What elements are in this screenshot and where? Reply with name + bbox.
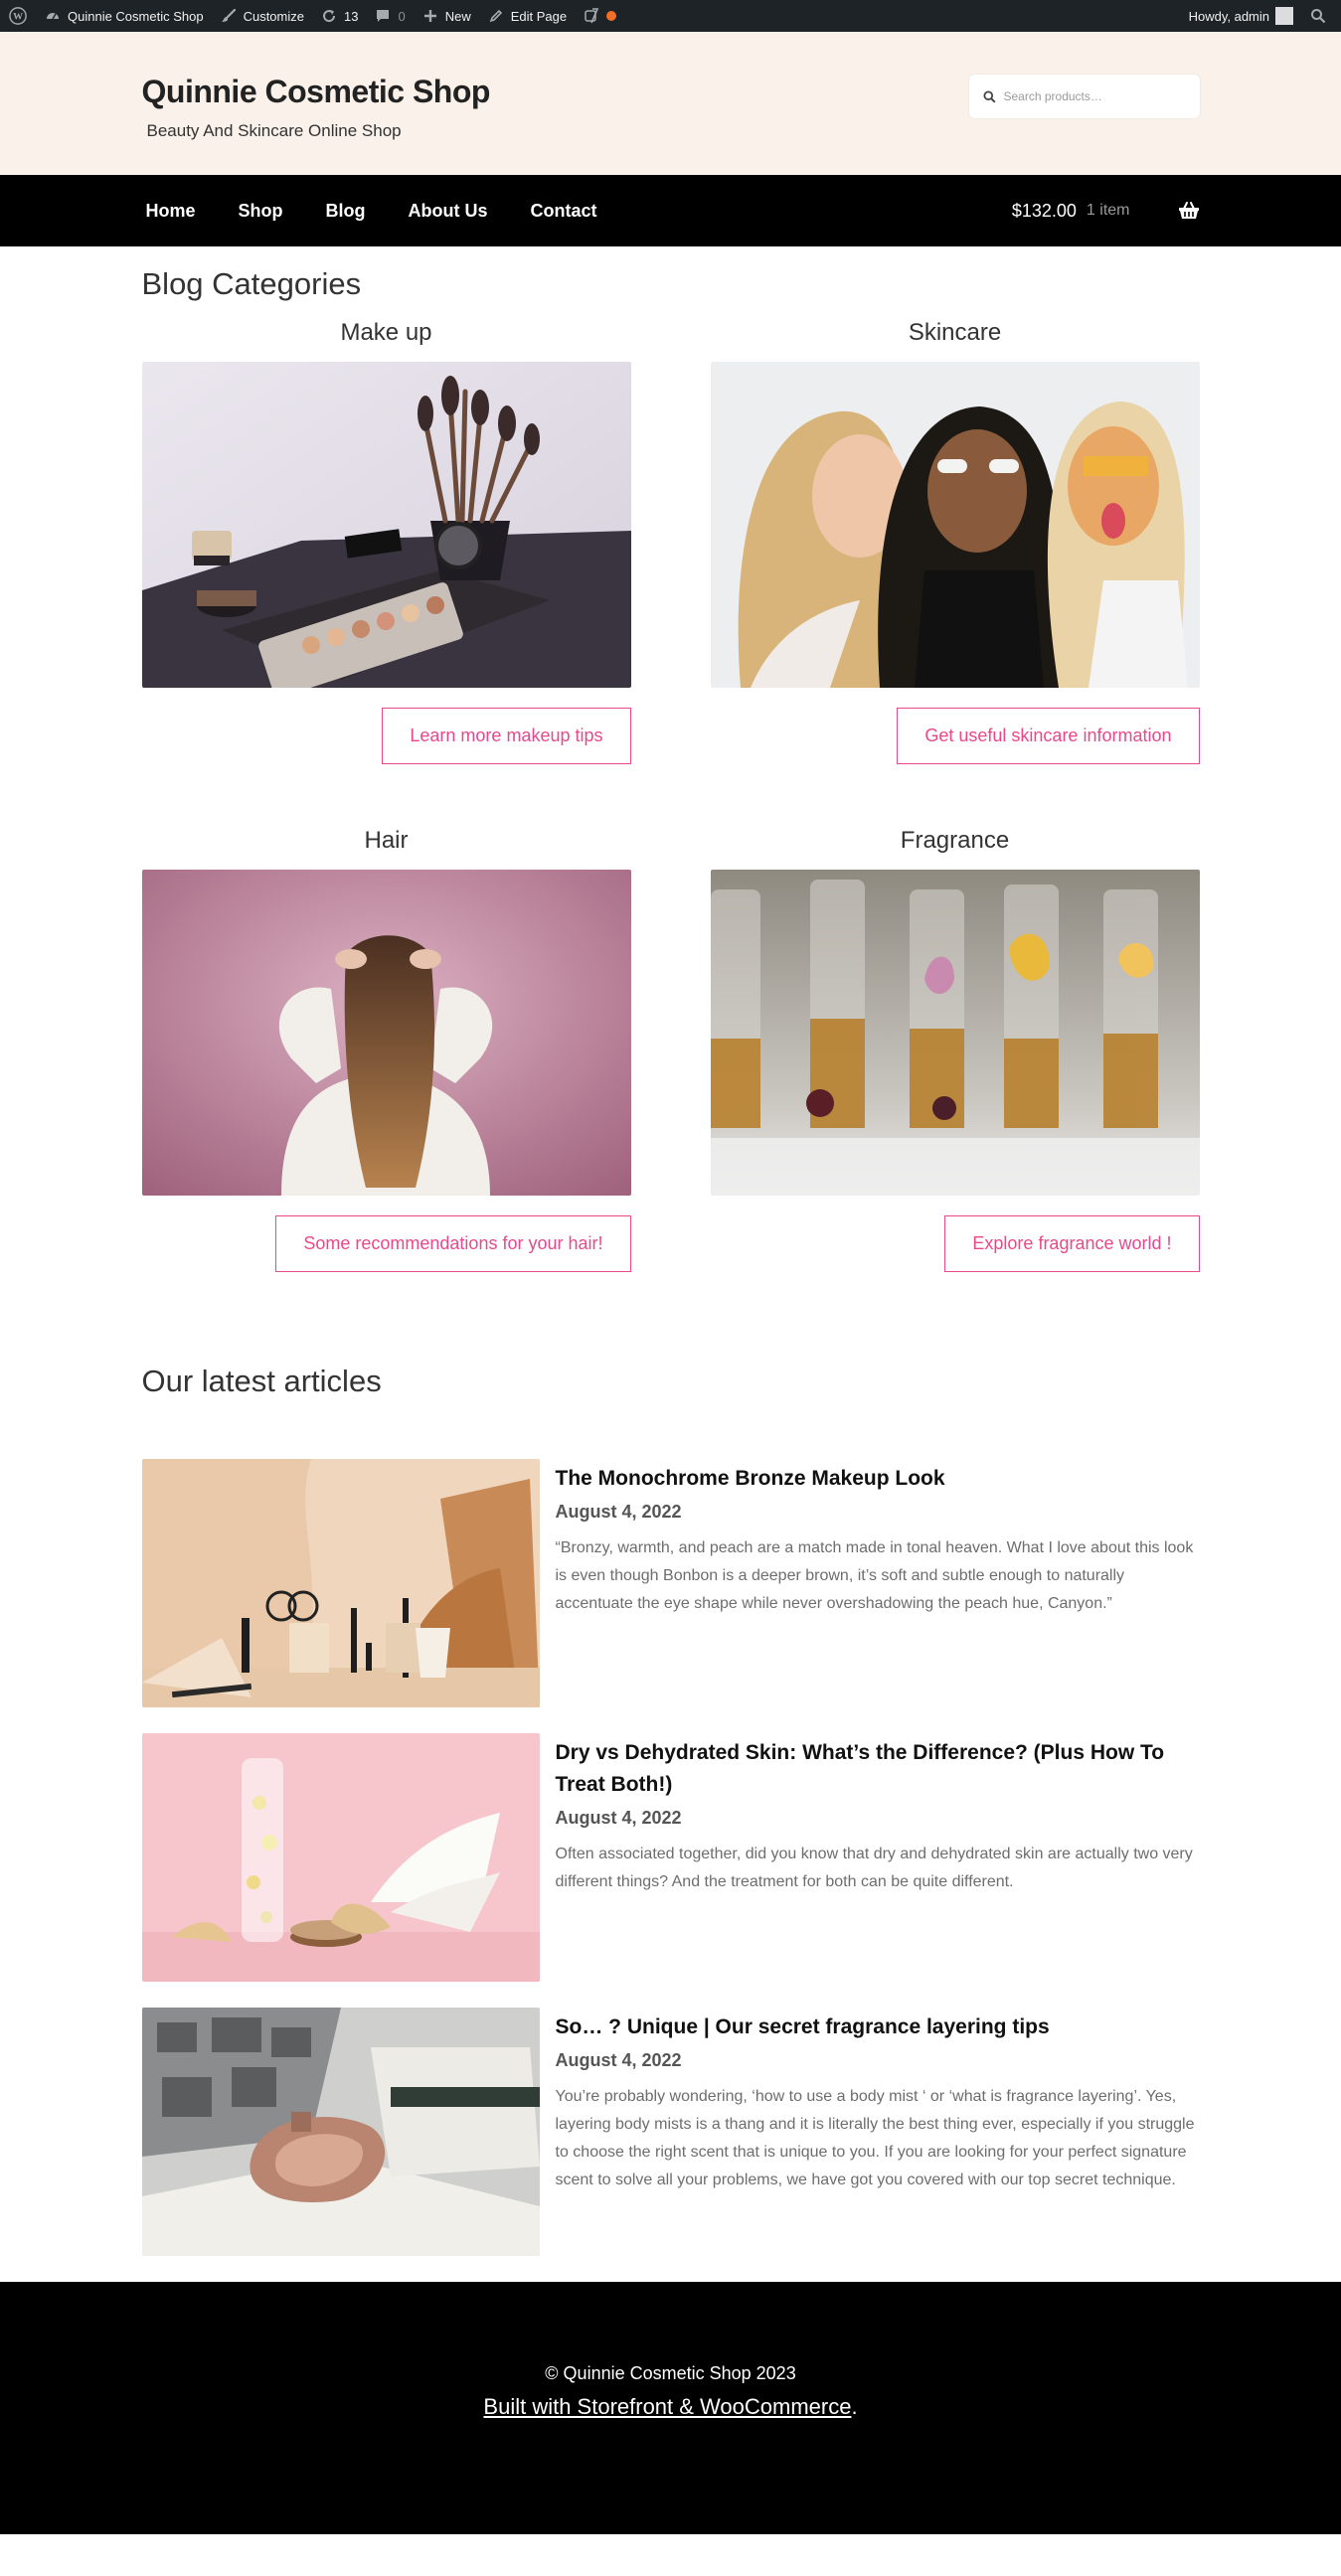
seo-status-dot bbox=[606, 11, 617, 21]
admin-new-label: New bbox=[444, 8, 471, 24]
makeup-image[interactable] bbox=[141, 362, 631, 688]
blog-categories-heading: Blog Categories bbox=[141, 266, 362, 301]
admin-new-link[interactable]: New bbox=[414, 0, 479, 32]
latest-articles-heading: Our latest articles bbox=[141, 1364, 382, 1398]
site-footer: © Quinnie Cosmetic Shop 2023 Built with … bbox=[0, 2282, 1341, 2534]
category-makeup-button-row: Learn more makeup tips bbox=[142, 708, 631, 764]
nav-item-shop[interactable]: Shop bbox=[235, 201, 304, 222]
blog-categories-grid: Make up Learn more makeup tips Skincare … bbox=[141, 316, 1200, 1332]
basket-icon bbox=[1178, 202, 1199, 219]
site-header: Quinnie Cosmetic Shop Beauty And Skincar… bbox=[0, 32, 1341, 175]
storefront-credit-link[interactable]: Built with Storefront & WooCommerce bbox=[483, 2394, 851, 2419]
makeup-tips-button[interactable]: Learn more makeup tips bbox=[382, 708, 631, 764]
nav-item-contact[interactable]: Contact bbox=[527, 201, 618, 222]
article-thumbnail[interactable] bbox=[141, 1459, 540, 1707]
paintbrush-icon bbox=[220, 7, 238, 25]
admin-bar-left: W Quinnie Cosmetic Shop Customize 13 0 N… bbox=[0, 0, 624, 32]
fragrance-explore-button[interactable]: Explore fragrance world ! bbox=[944, 1215, 1200, 1272]
article-body: Dry vs Dehydrated Skin: What’s the Diffe… bbox=[556, 1733, 1200, 1982]
admin-account-link[interactable]: Howdy, admin bbox=[1181, 0, 1301, 32]
skincare-image[interactable] bbox=[710, 362, 1200, 688]
primary-navigation: Home Shop Blog About Us Contact $132.00 … bbox=[0, 175, 1341, 246]
article-title[interactable]: So… ? Unique | Our secret fragrance laye… bbox=[556, 2012, 1200, 2043]
article-item: The Monochrome Bronze Makeup Look August… bbox=[141, 1459, 1200, 1707]
admin-bar-right: Howdy, admin bbox=[1181, 0, 1335, 32]
article-date: August 4, 2022 bbox=[555, 1502, 682, 1522]
admin-edit-page-label: Edit Page bbox=[510, 8, 568, 24]
category-makeup: Make up Learn more makeup tips bbox=[141, 316, 631, 764]
article-excerpt: Often associated together, did you know … bbox=[555, 1846, 1193, 1890]
search-icon bbox=[982, 89, 995, 102]
site-title[interactable]: Quinnie Cosmetic Shop bbox=[142, 74, 491, 110]
admin-comments-link[interactable]: 0 bbox=[366, 0, 413, 32]
admin-comments-count: 0 bbox=[398, 8, 406, 24]
header-cart[interactable]: $132.00 1 item bbox=[1012, 201, 1200, 222]
footer-credit: Built with Storefront & WooCommerce. bbox=[0, 2394, 1341, 2420]
admin-customize-link[interactable]: Customize bbox=[212, 0, 312, 32]
wordpress-logo-button[interactable]: W bbox=[0, 0, 36, 32]
product-search-input[interactable] bbox=[1003, 89, 1183, 103]
article-excerpt: “Bronzy, warmth, and peach are a match m… bbox=[555, 1539, 1194, 1612]
search-icon bbox=[1309, 7, 1327, 25]
article-title[interactable]: The Monochrome Bronze Makeup Look bbox=[556, 1463, 1200, 1495]
hair-recommendations-button[interactable]: Some recommendations for your hair! bbox=[275, 1215, 631, 1272]
admin-updates-link[interactable]: 13 bbox=[312, 0, 366, 32]
nav-item-blog[interactable]: Blog bbox=[322, 201, 387, 222]
header-inner: Quinnie Cosmetic Shop Beauty And Skincar… bbox=[142, 32, 1200, 175]
cart-count: 1 item bbox=[1086, 202, 1130, 219]
article-date: August 4, 2022 bbox=[555, 2050, 682, 2070]
category-hair-button-row: Some recommendations for your hair! bbox=[142, 1215, 631, 1272]
nav-item-home[interactable]: Home bbox=[142, 201, 217, 222]
category-fragrance: Fragrance Explore fragrance world ! bbox=[710, 824, 1200, 1272]
category-hair-title: Hair bbox=[364, 827, 409, 854]
admin-site-name-link[interactable]: Quinnie Cosmetic Shop bbox=[36, 0, 212, 32]
avatar bbox=[1275, 7, 1293, 25]
skincare-info-button[interactable]: Get useful skincare information bbox=[897, 708, 1200, 764]
refresh-icon bbox=[320, 7, 338, 25]
article-excerpt: You’re probably wondering, ‘how to use a… bbox=[555, 2088, 1195, 2188]
article-body: The Monochrome Bronze Makeup Look August… bbox=[556, 1459, 1200, 1707]
primary-menu: Home Shop Blog About Us Contact bbox=[142, 201, 636, 222]
article-title[interactable]: Dry vs Dehydrated Skin: What’s the Diffe… bbox=[556, 1737, 1200, 1801]
fragrance-image[interactable] bbox=[710, 870, 1200, 1196]
category-fragrance-title: Fragrance bbox=[900, 827, 1010, 854]
category-skincare-button-row: Get useful skincare information bbox=[711, 708, 1200, 764]
category-skincare: Skincare Get useful skincare information bbox=[710, 316, 1200, 764]
admin-search-button[interactable] bbox=[1301, 0, 1335, 32]
article-thumbnail[interactable] bbox=[141, 1733, 540, 1982]
admin-howdy-label: Howdy, admin bbox=[1188, 8, 1269, 24]
plus-icon bbox=[421, 7, 439, 25]
footer-credit-suffix: . bbox=[851, 2394, 858, 2419]
dashboard-icon bbox=[44, 7, 62, 25]
admin-site-name-label: Quinnie Cosmetic Shop bbox=[68, 8, 204, 24]
admin-bar: W Quinnie Cosmetic Shop Customize 13 0 N… bbox=[0, 0, 1341, 32]
comment-icon bbox=[374, 7, 392, 25]
category-hair: Hair Some recommendations for your hair! bbox=[141, 824, 631, 1272]
svg-text:W: W bbox=[13, 12, 23, 23]
product-search-box[interactable] bbox=[968, 75, 1200, 118]
site-tagline: Beauty And Skincare Online Shop bbox=[146, 121, 402, 140]
category-skincare-title: Skincare bbox=[908, 319, 1002, 346]
seo-icon bbox=[583, 7, 600, 25]
pencil-icon bbox=[487, 7, 505, 25]
nav-inner: Home Shop Blog About Us Contact $132.00 … bbox=[142, 175, 1200, 246]
article-thumbnail[interactable] bbox=[141, 2008, 540, 2256]
footer-copyright: © Quinnie Cosmetic Shop 2023 bbox=[545, 2363, 796, 2383]
admin-seo-link[interactable] bbox=[575, 0, 624, 32]
admin-edit-page-link[interactable]: Edit Page bbox=[479, 0, 575, 32]
latest-articles-list: The Monochrome Bronze Makeup Look August… bbox=[141, 1459, 1200, 2256]
admin-updates-count: 13 bbox=[344, 8, 359, 24]
category-fragrance-button-row: Explore fragrance world ! bbox=[711, 1215, 1200, 1272]
article-item: So… ? Unique | Our secret fragrance laye… bbox=[141, 2008, 1200, 2256]
admin-customize-label: Customize bbox=[243, 8, 304, 24]
article-item: Dry vs Dehydrated Skin: What’s the Diffe… bbox=[141, 1733, 1200, 1982]
nav-item-about-us[interactable]: About Us bbox=[405, 201, 509, 222]
main-content: Blog Categories Make up Learn more makeu… bbox=[141, 266, 1200, 2256]
cart-amount: $132.00 bbox=[1011, 200, 1077, 221]
article-body: So… ? Unique | Our secret fragrance laye… bbox=[556, 2008, 1200, 2256]
wordpress-icon: W bbox=[9, 7, 27, 25]
article-date: August 4, 2022 bbox=[555, 1808, 682, 1828]
hair-image[interactable] bbox=[141, 870, 631, 1196]
category-makeup-title: Make up bbox=[340, 319, 432, 346]
